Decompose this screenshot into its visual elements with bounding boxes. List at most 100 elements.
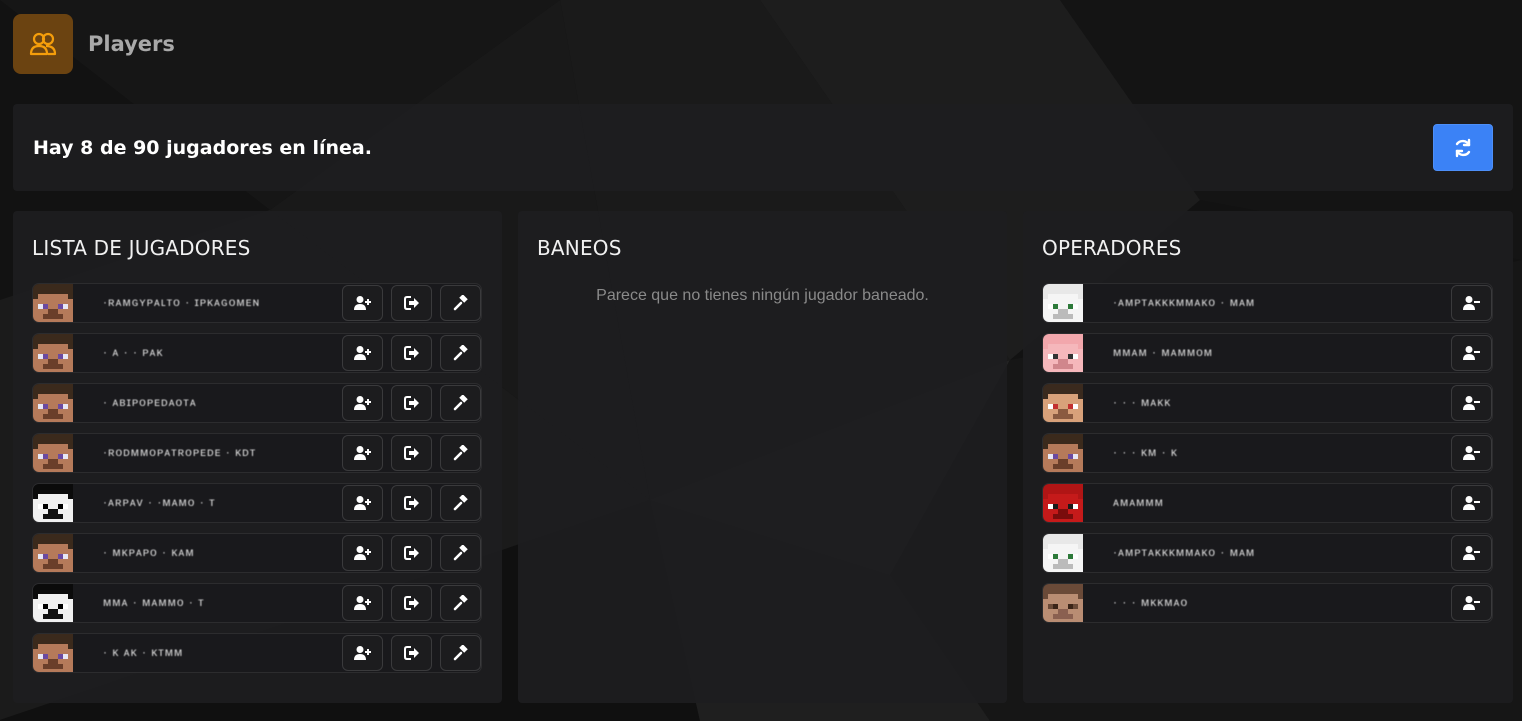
make-operator-button[interactable] [342, 385, 383, 421]
list-item: ·ᴀᴍᴘᴛᴀᴋᴋᴋᴍᴍᴀᴋᴏ · ᴍᴀᴍ [1042, 283, 1493, 323]
remove-op-icon [1462, 595, 1481, 611]
player-actions [1443, 335, 1492, 371]
ban-hammer-icon [453, 495, 469, 511]
ban-button[interactable] [440, 335, 481, 371]
users-icon [13, 14, 73, 74]
ban-hammer-icon [453, 445, 469, 461]
ban-hammer-icon [453, 395, 469, 411]
ban-button[interactable] [440, 385, 481, 421]
player-name: ·ʀᴀᴍɢʏᴘᴀʟᴛᴏ · ɪᴘᴋᴀɢᴏᴍᴇɴ [103, 295, 261, 309]
make-operator-button[interactable] [342, 635, 383, 671]
ban-hammer-icon [453, 345, 469, 361]
list-item: · ᴀʙɪᴘᴏᴘᴇᴅᴀᴏᴛᴀ [32, 383, 482, 423]
player-avatar [33, 334, 73, 372]
ban-button[interactable] [440, 635, 481, 671]
player-actions [334, 435, 481, 471]
refresh-icon [1455, 138, 1471, 157]
ban-hammer-icon [453, 645, 469, 661]
player-avatar [33, 484, 73, 522]
kick-button[interactable] [391, 435, 432, 471]
add-op-icon [353, 595, 372, 611]
add-op-icon [353, 545, 372, 561]
kick-icon [403, 595, 420, 611]
kick-button[interactable] [391, 385, 432, 421]
remove-operator-button[interactable] [1451, 485, 1492, 521]
make-operator-button[interactable] [342, 335, 383, 371]
remove-operator-button[interactable] [1451, 585, 1492, 621]
remove-op-icon [1462, 395, 1481, 411]
ban-hammer-icon [453, 545, 469, 561]
kick-icon [403, 545, 420, 561]
players-panel-title: LISTA DE JUGADORES [32, 236, 251, 260]
make-operator-button[interactable] [342, 435, 383, 471]
list-item: ·ʀᴀᴍɢʏᴘᴀʟᴛᴏ · ɪᴘᴋᴀɢᴏᴍᴇɴ [32, 283, 482, 323]
list-item: · · · ᴋᴍ · ᴋ [1042, 433, 1493, 473]
player-actions [1443, 435, 1492, 471]
player-actions [334, 485, 481, 521]
add-op-icon [353, 495, 372, 511]
player-name: · ᴋ ᴀᴋ · ᴋᴛᴍᴍ [103, 645, 184, 659]
kick-button[interactable] [391, 535, 432, 571]
player-name: ᴍᴍᴀᴍ · ᴍᴀᴍᴍᴏᴍ [1113, 345, 1213, 359]
list-item: ᴍᴍᴀ · ᴍᴀᴍᴍᴏ · ᴛ [32, 583, 482, 623]
make-operator-button[interactable] [342, 285, 383, 321]
add-op-icon [353, 345, 372, 361]
remove-op-icon [1462, 445, 1481, 461]
player-actions [334, 285, 481, 321]
remove-operator-button[interactable] [1451, 335, 1492, 371]
remove-operator-button[interactable] [1451, 435, 1492, 471]
player-actions [1443, 385, 1492, 421]
player-name: ·ᴀᴍᴘᴛᴀᴋᴋᴋᴍᴍᴀᴋᴏ · ᴍᴀᴍ [1113, 295, 1256, 309]
bans-panel: BANEOS Parece que no tienes ningún jugad… [518, 211, 1007, 703]
ban-button[interactable] [440, 485, 481, 521]
player-name: · ᴀ · · ᴘᴀᴋ [103, 345, 164, 359]
list-item: · · · ᴍᴋᴋᴍᴀᴏ [1042, 583, 1493, 623]
player-avatar [33, 584, 73, 622]
remove-operator-button[interactable] [1451, 535, 1492, 571]
bans-empty-message: Parece que no tienes ningún jugador bane… [596, 287, 929, 304]
list-item: · · · ᴍᴀᴋᴋ [1042, 383, 1493, 423]
ban-button[interactable] [440, 285, 481, 321]
bans-panel-title: BANEOS [537, 236, 622, 260]
remove-op-icon [1462, 495, 1481, 511]
kick-button[interactable] [391, 635, 432, 671]
add-op-icon [353, 395, 372, 411]
kick-icon [403, 345, 420, 361]
player-name: · ᴀʙɪᴘᴏᴘᴇᴅᴀᴏᴛᴀ [103, 395, 197, 409]
make-operator-button[interactable] [342, 535, 383, 571]
list-item: · ᴀ · · ᴘᴀᴋ [32, 333, 482, 373]
player-name: · ᴍᴋᴘᴀᴘᴏ · ᴋᴀᴍ [103, 545, 195, 559]
list-item: · ᴍᴋᴘᴀᴘᴏ · ᴋᴀᴍ [32, 533, 482, 573]
player-avatar [1043, 584, 1083, 622]
ban-button[interactable] [440, 585, 481, 621]
ban-hammer-icon [453, 295, 469, 311]
remove-operator-button[interactable] [1451, 285, 1492, 321]
player-name: ·ᴀʀᴘᴀᴠ · ·ᴍᴀᴍᴏ · ᴛ [103, 495, 216, 509]
add-op-icon [353, 445, 372, 461]
remove-operator-button[interactable] [1451, 385, 1492, 421]
player-name: ·ʀᴏᴅᴍᴍᴏᴘᴀᴛʀᴏᴘᴇᴅᴇ · ᴋᴅᴛ [103, 445, 257, 459]
make-operator-button[interactable] [342, 585, 383, 621]
kick-icon [403, 445, 420, 461]
page-header: Players [13, 14, 175, 74]
kick-button[interactable] [391, 485, 432, 521]
kick-button[interactable] [391, 285, 432, 321]
player-name: · · · ᴍᴀᴋᴋ [1113, 395, 1172, 409]
players-panel: LISTA DE JUGADORES ·ʀᴀᴍɢʏᴘᴀʟᴛᴏ · ɪᴘᴋᴀɢᴏᴍ… [13, 211, 502, 703]
player-name: ᴍᴍᴀ · ᴍᴀᴍᴍᴏ · ᴛ [103, 595, 205, 609]
player-avatar [33, 434, 73, 472]
refresh-button[interactable] [1433, 124, 1493, 171]
make-operator-button[interactable] [342, 485, 383, 521]
kick-icon [403, 395, 420, 411]
page-title: Players [88, 32, 175, 56]
player-name: · · · ᴋᴍ · ᴋ [1113, 445, 1178, 459]
ban-button[interactable] [440, 535, 481, 571]
player-name: ·ᴀᴍᴘᴛᴀᴋᴋᴋᴍᴍᴀᴋᴏ · ᴍᴀᴍ [1113, 545, 1256, 559]
add-op-icon [353, 645, 372, 661]
ban-button[interactable] [440, 435, 481, 471]
kick-button[interactable] [391, 335, 432, 371]
player-avatar [1043, 384, 1083, 422]
kick-button[interactable] [391, 585, 432, 621]
player-avatar [33, 284, 73, 322]
online-count-text: Hay 8 de 90 jugadores en línea. [33, 137, 372, 159]
